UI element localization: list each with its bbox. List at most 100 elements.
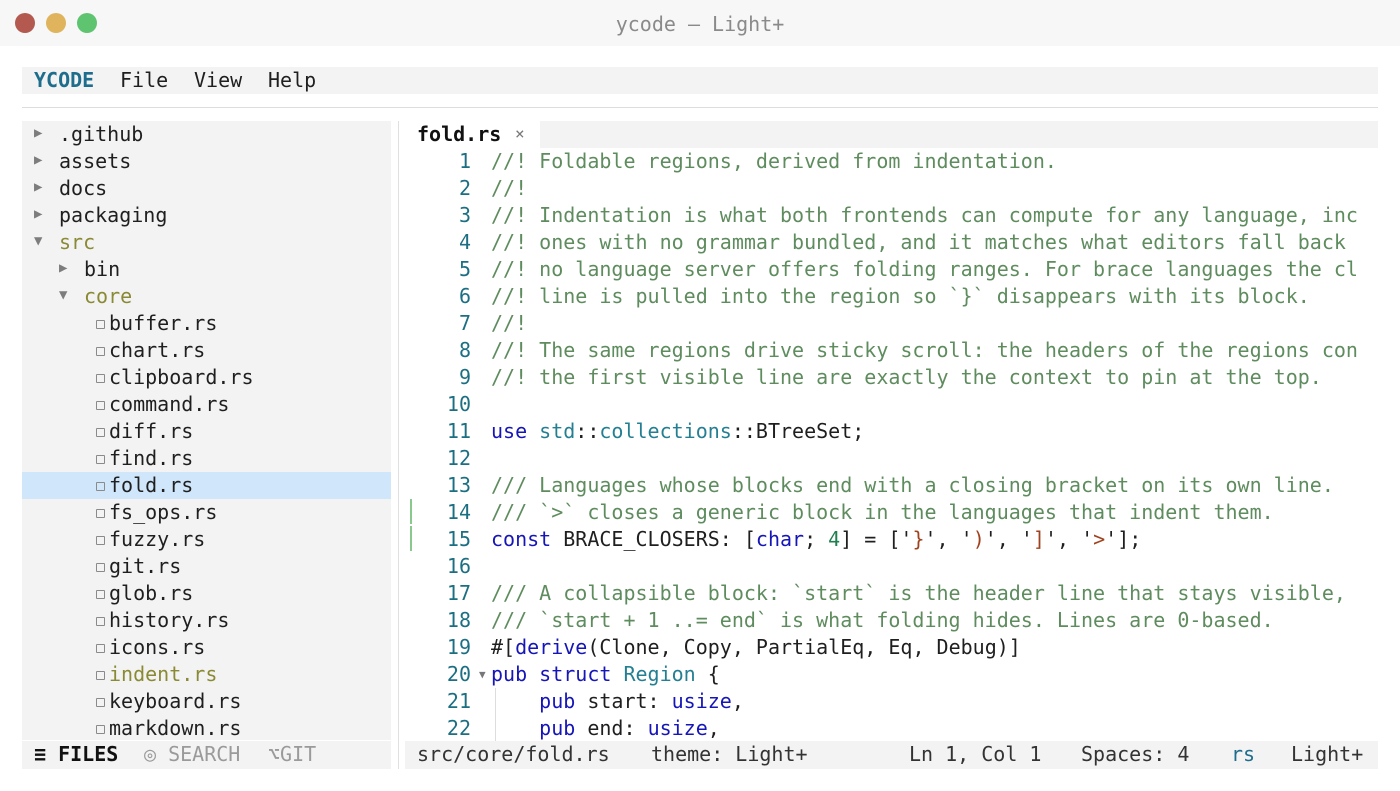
tab-git[interactable]: ⌥GIT: [268, 742, 316, 766]
status-language[interactable]: rs: [1231, 742, 1255, 766]
code-text: //! line is pulled into the region so `}…: [491, 284, 1310, 308]
tree-folder[interactable]: ▶ docs: [22, 175, 391, 202]
code-line[interactable]: 2 //!: [405, 175, 1378, 202]
menu-help[interactable]: Help: [268, 68, 316, 92]
tree-folder[interactable]: ▼ src: [22, 229, 391, 256]
chevron-down-icon[interactable]: ▼: [59, 287, 67, 303]
tree-folder[interactable]: ▶ .github: [22, 121, 391, 148]
code-token: pub: [539, 716, 588, 740]
code-token: ,: [731, 689, 744, 713]
code-text: #[derive(Clone, Copy, PartialEq, Eq, Deb…: [491, 635, 1021, 659]
code-line[interactable]: 4 //! ones with no grammar bundled, and i…: [405, 229, 1378, 256]
code-token: ]: [1032, 527, 1045, 551]
code-line[interactable]: 14 /// `>` closes a generic block in the …: [405, 499, 1378, 526]
code-line[interactable]: 3 //! Indentation is what both frontends …: [405, 202, 1378, 229]
chevron-right-icon[interactable]: ▶: [34, 125, 42, 141]
code-line[interactable]: 16: [405, 553, 1378, 580]
code-line[interactable]: 13 /// Languages whose blocks end with a …: [405, 472, 1378, 499]
code-line[interactable]: 12: [405, 445, 1378, 472]
tree-file[interactable]: git.rs: [22, 553, 391, 580]
code-token: ::BTreeSet;: [731, 419, 865, 443]
tree-item-label: keyboard.rs: [109, 689, 242, 713]
status-indentation[interactable]: Spaces: 4: [1081, 742, 1189, 766]
status-theme-name[interactable]: Light+: [1291, 742, 1363, 766]
fold-chevron-icon[interactable]: ▼: [479, 668, 486, 681]
menu-file[interactable]: File: [120, 68, 168, 92]
code-line[interactable]: 19 #[derive(Clone, Copy, PartialEq, Eq, D…: [405, 634, 1378, 661]
code-line[interactable]: 17 /// A collapsible block: `start` is th…: [405, 580, 1378, 607]
tree-file[interactable]: fs_ops.rs: [22, 499, 391, 526]
tree-file[interactable]: fuzzy.rs: [22, 526, 391, 553]
code-token: ', ': [984, 527, 1033, 551]
code-line[interactable]: 9 //! the first visible line are exactly …: [405, 364, 1378, 391]
code-line[interactable]: 6 //! line is pulled into the region so `…: [405, 283, 1378, 310]
code-line[interactable]: 1 //! Foldable regions, derived from inde…: [405, 148, 1378, 175]
editor-tab-fold-rs[interactable]: fold.rs ×: [405, 121, 540, 148]
chevron-right-icon[interactable]: ▶: [34, 206, 42, 222]
code-token: collections: [599, 419, 732, 443]
chevron-right-icon[interactable]: ▶: [34, 152, 42, 168]
tree-file[interactable]: history.rs: [22, 607, 391, 634]
title-bar: ycode — Light+: [0, 0, 1400, 46]
code-token: /// `>` closes a generic block in the la…: [491, 500, 1274, 524]
code-line[interactable]: 20 ▼ pub struct Region {: [405, 661, 1378, 688]
tab-search[interactable]: ◎ SEARCH: [144, 742, 240, 766]
tree-file[interactable]: keyboard.rs: [22, 688, 391, 715]
tree-folder[interactable]: ▶ assets: [22, 148, 391, 175]
tree-file[interactable]: markdown.rs: [22, 715, 391, 740]
tree-file[interactable]: diff.rs: [22, 418, 391, 445]
code-token: pub: [539, 689, 588, 713]
chevron-right-icon[interactable]: ▶: [34, 179, 42, 195]
tree-file[interactable]: command.rs: [22, 391, 391, 418]
editor-tab-bar: fold.rs ×: [405, 121, 1378, 148]
tree-item-label: src: [59, 230, 96, 254]
tree-folder[interactable]: ▶ bin: [22, 256, 391, 283]
tree-file[interactable]: fold.rs: [22, 472, 391, 499]
code-line[interactable]: 22 pub end: usize,: [405, 715, 1378, 741]
code-line[interactable]: 15 const BRACE_CLOSERS: [char; 4] = ['}',…: [405, 526, 1378, 553]
code-token: ', ': [1044, 527, 1094, 551]
tree-file[interactable]: icons.rs: [22, 634, 391, 661]
file-icon: [96, 320, 105, 329]
tree-file[interactable]: buffer.rs: [22, 310, 391, 337]
tree-file[interactable]: clipboard.rs: [22, 364, 391, 391]
code-token: usize: [671, 689, 732, 713]
pane-divider[interactable]: [398, 121, 399, 769]
tree-item-label: fs_ops.rs: [109, 500, 218, 524]
tree-file[interactable]: chart.rs: [22, 337, 391, 364]
tree-item-label: .github: [59, 122, 144, 146]
code-token: derive: [515, 635, 588, 659]
tree-folder[interactable]: ▶ packaging: [22, 202, 391, 229]
tree-file[interactable]: find.rs: [22, 445, 391, 472]
menu-view[interactable]: View: [194, 68, 242, 92]
tree-item-label: glob.rs: [109, 581, 194, 605]
tree-file[interactable]: glob.rs: [22, 580, 391, 607]
chevron-down-icon[interactable]: ▼: [34, 233, 42, 249]
code-line[interactable]: 18 /// `start + 1 ..= end` is what foldin…: [405, 607, 1378, 634]
code-editor[interactable]: 1 //! Foldable regions, derived from inde…: [405, 148, 1378, 741]
code-line[interactable]: 21 pub start: usize,: [405, 688, 1378, 715]
code-line[interactable]: 7 //!: [405, 310, 1378, 337]
code-text: /// `>` closes a generic block in the la…: [491, 500, 1274, 524]
code-line[interactable]: 10: [405, 391, 1378, 418]
window-title: ycode — Light+: [615, 12, 785, 36]
code-token: //!: [491, 176, 528, 200]
status-bar: src/core/fold.rs theme: Light+ Ln 1, Col…: [405, 741, 1378, 769]
chevron-right-icon[interactable]: ▶: [59, 260, 67, 276]
code-line[interactable]: 5 //! no language server offers folding r…: [405, 256, 1378, 283]
code-text: //! ones with no grammar bundled, and it…: [491, 230, 1346, 254]
tree-file[interactable]: indent.rs: [22, 661, 391, 688]
code-line[interactable]: 11 use std::collections::BTreeSet;: [405, 418, 1378, 445]
code-text: //! no language server offers folding ra…: [491, 257, 1358, 281]
code-line[interactable]: 8 //! The same regions drive sticky scrol…: [405, 337, 1378, 364]
tree-folder[interactable]: ▼ core: [22, 283, 391, 310]
code-token: end:: [587, 716, 648, 740]
line-number: 16: [446, 554, 471, 578]
line-number: 15: [446, 527, 471, 551]
code-token: ): [972, 527, 985, 551]
tree-item-label: fold.rs: [109, 473, 194, 497]
tab-files[interactable]: ≡ FILES: [34, 742, 118, 766]
status-theme[interactable]: theme: Light+: [651, 742, 808, 766]
close-tab-icon[interactable]: ×: [515, 124, 525, 143]
status-cursor-position[interactable]: Ln 1, Col 1: [909, 742, 1041, 766]
